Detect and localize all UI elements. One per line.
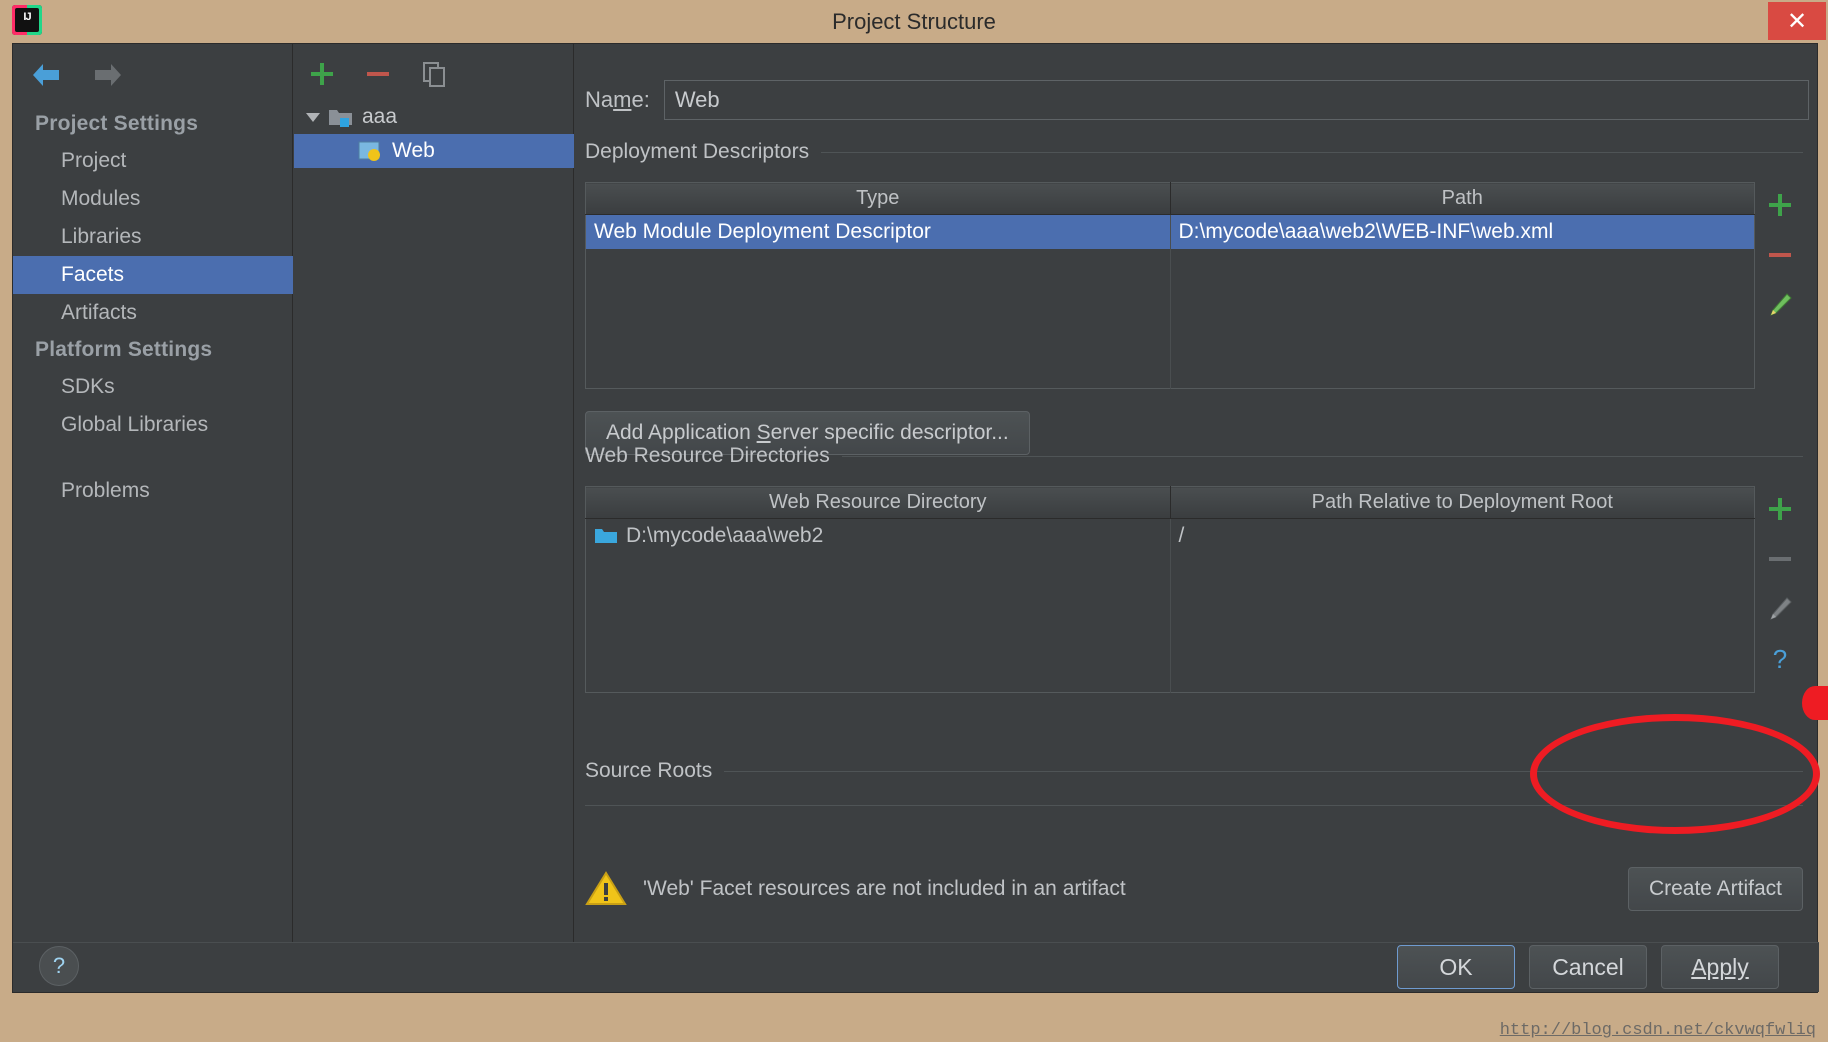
apply-button[interactable]: Apply: [1661, 945, 1779, 989]
facet-name-label: Name:: [585, 87, 650, 112]
column-header-type[interactable]: Type: [585, 182, 1171, 215]
table-empty-space: [585, 248, 1171, 389]
cell-directory-label: D:\mycode\aaa\web2: [626, 523, 824, 547]
sidebar-list: Project Settings Project Modules Librari…: [13, 106, 293, 510]
dialog-footer: ? OK Cancel Apply: [13, 942, 1819, 992]
sidebar-item-facets[interactable]: Facets: [13, 256, 293, 294]
cell-directory: D:\mycode\aaa\web2: [585, 518, 1171, 553]
cell-relative-path: /: [1178, 523, 1185, 547]
cell-path: D:\mycode\aaa\web2\WEB-INF\web.xml: [1170, 214, 1755, 249]
section-label: Web Resource Directories: [585, 444, 830, 467]
table-empty-space: [1170, 249, 1755, 389]
table-row[interactable]: D:\mycode\aaa\web2 /: [585, 518, 1755, 553]
dialog-body: Project Settings Project Modules Librari…: [12, 43, 1819, 993]
section-divider: [724, 770, 1803, 772]
column-header-path[interactable]: Path: [1170, 182, 1755, 215]
web-resource-directories-section-header: Web Resource Directories: [585, 444, 1803, 468]
section-label: Source Roots: [585, 759, 713, 782]
facet-name-row: Name:: [585, 80, 1809, 120]
sidebar-item-project[interactable]: Project: [13, 142, 293, 180]
web-resource-directories-actions: ?: [1757, 486, 1803, 676]
minus-icon[interactable]: [360, 56, 396, 92]
watermark-url: http://blog.csdn.net/ckvwqfwliq: [1499, 1021, 1816, 1040]
minus-icon[interactable]: [1763, 238, 1797, 272]
project-structure-dialog: IJ Project Structure ✕ Project Settings …: [0, 0, 1828, 1042]
sidebar-item-libraries[interactable]: Libraries: [13, 218, 293, 256]
table-empty-space: [1170, 553, 1755, 693]
web-resource-directories-table-wrap: Web Resource Directory Path Relative to …: [585, 486, 1792, 693]
source-roots-divider: [585, 805, 1803, 806]
deployment-descriptors-table-wrap: Type Path Web Module Deployment Descript…: [585, 182, 1792, 389]
section-divider: [841, 455, 1803, 457]
plus-icon[interactable]: [1763, 492, 1797, 526]
artifact-warning-text: 'Web' Facet resources are not included i…: [643, 877, 1126, 900]
annotation-mark: [1802, 686, 1828, 720]
help-icon[interactable]: ?: [39, 946, 79, 986]
close-icon[interactable]: ✕: [1768, 2, 1826, 40]
window-titlebar: IJ Project Structure ✕: [0, 0, 1828, 43]
tree-node-label: Web: [392, 139, 435, 162]
sidebar-item-modules[interactable]: Modules: [13, 180, 293, 218]
facet-detail-panel: Name: Deployment Descriptors Type Path: [575, 44, 1817, 944]
tree-node-web[interactable]: Web: [294, 134, 574, 168]
arrow-right-icon: [89, 56, 127, 94]
copy-icon[interactable]: [416, 56, 452, 92]
sidebar-item-artifacts[interactable]: Artifacts: [13, 294, 293, 332]
deployment-descriptors-actions: [1757, 182, 1803, 322]
deployment-descriptors-table: Type Path Web Module Deployment Descript…: [585, 182, 1755, 389]
cancel-button[interactable]: Cancel: [1529, 945, 1647, 989]
column-header-path-relative[interactable]: Path Relative to Deployment Root: [1170, 486, 1755, 519]
section-label: Deployment Descriptors: [585, 140, 810, 163]
settings-sidebar: Project Settings Project Modules Librari…: [13, 44, 293, 944]
ok-button[interactable]: OK: [1397, 945, 1515, 989]
facet-tree-panel: aaa Web: [294, 44, 574, 944]
warning-triangle-icon: [585, 870, 627, 908]
sidebar-item-problems[interactable]: Problems: [13, 472, 293, 510]
tree-node-label: aaa: [362, 105, 398, 128]
arrow-left-icon[interactable]: [27, 56, 65, 94]
facet-tree: aaa Web: [294, 100, 574, 168]
pencil-icon[interactable]: [1763, 288, 1797, 322]
table-row[interactable]: Web Module Deployment Descriptor D:\myco…: [585, 214, 1755, 249]
plus-icon[interactable]: [1763, 188, 1797, 222]
footer-buttons: OK Cancel Apply: [1397, 945, 1779, 989]
section-divider: [821, 151, 1803, 153]
sidebar-item-sdks[interactable]: SDKs: [13, 368, 293, 406]
sidebar-item-global-libraries[interactable]: Global Libraries: [13, 406, 293, 444]
facet-tree-toolbar: [294, 52, 574, 96]
chevron-down-icon[interactable]: [302, 111, 324, 123]
deployment-descriptors-section-header: Deployment Descriptors: [585, 140, 1803, 164]
tree-node-aaa[interactable]: aaa: [294, 100, 574, 134]
sidebar-group-project-settings: Project Settings: [35, 112, 199, 135]
navigation-arrows: [27, 56, 127, 94]
window-title: Project Structure: [832, 9, 996, 34]
module-folder-icon: [328, 106, 354, 128]
create-artifact-button[interactable]: Create Artifact: [1627, 867, 1803, 911]
column-header-web-resource-directory[interactable]: Web Resource Directory: [585, 486, 1171, 519]
facet-name-input[interactable]: [663, 80, 1809, 120]
plus-icon[interactable]: [304, 56, 340, 92]
question-icon[interactable]: ?: [1763, 642, 1797, 676]
cell-type: Web Module Deployment Descriptor: [585, 214, 1171, 249]
svg-text:?: ?: [1773, 644, 1787, 674]
minus-icon: [1763, 542, 1797, 576]
table-empty-space: [585, 552, 1171, 693]
table-header-row: Type Path: [585, 182, 1755, 215]
web-facet-icon: [358, 140, 384, 162]
artifact-warning-bar: 'Web' Facet resources are not included i…: [585, 854, 1803, 924]
pencil-icon: [1763, 592, 1797, 626]
table-header-row: Web Resource Directory Path Relative to …: [585, 486, 1755, 519]
source-roots-section-header: Source Roots: [585, 759, 1803, 783]
folder-icon: [594, 524, 618, 548]
sidebar-group-platform-settings: Platform Settings: [35, 338, 213, 361]
web-resource-directories-table: Web Resource Directory Path Relative to …: [585, 486, 1755, 693]
